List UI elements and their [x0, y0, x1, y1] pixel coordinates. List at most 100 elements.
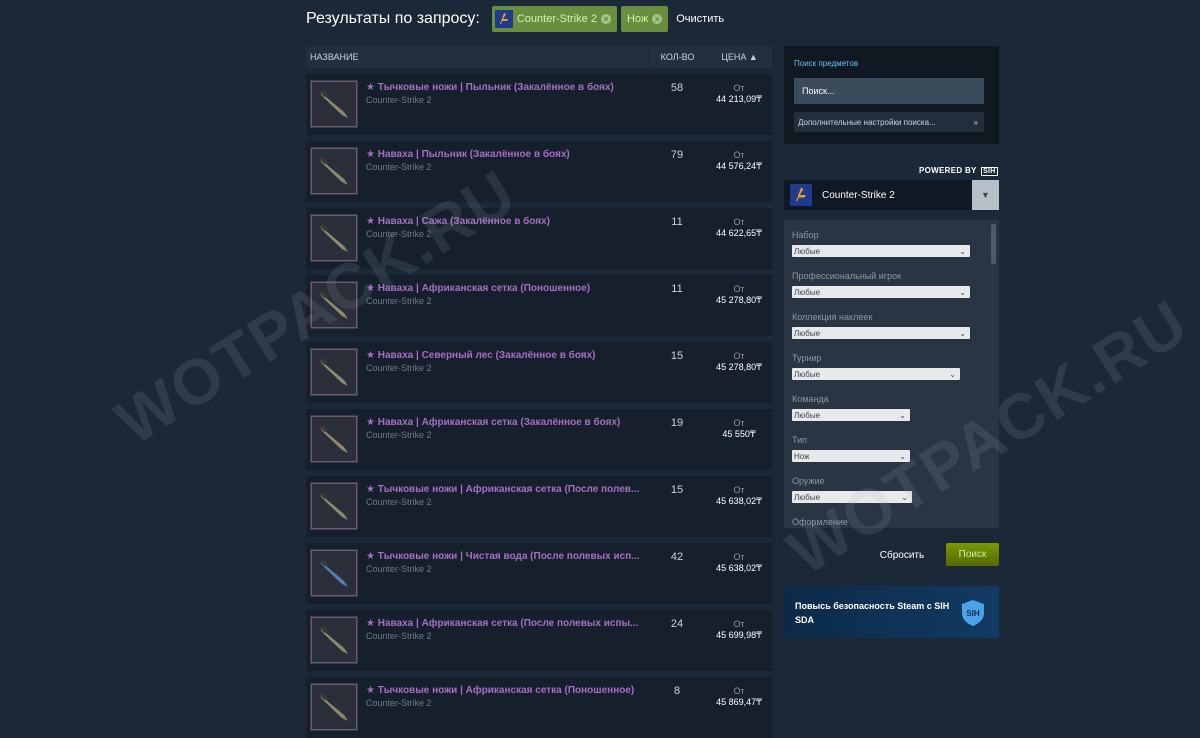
list-item[interactable]: ★ Наваха | Северный лес (Закалённое в бо…: [306, 342, 772, 403]
item-price: От 45 869,47₸: [706, 677, 772, 708]
filters-scrollbar[interactable]: [991, 224, 996, 264]
game-select[interactable]: Counter-Strike 2 ▼: [784, 180, 999, 210]
filter-value: Любые: [794, 328, 821, 338]
cs2-icon: [790, 184, 812, 206]
list-item[interactable]: ★ Наваха | Африканская сетка (Поношенное…: [306, 275, 772, 336]
knife-icon: [320, 291, 348, 319]
item-game: Counter-Strike 2: [366, 564, 432, 574]
filter-label: Оформление: [792, 517, 848, 527]
list-header: НАЗВАНИЕ КОЛ-ВО ЦЕНА ▲: [306, 46, 772, 68]
price-value: 44 213,09₸: [716, 94, 762, 104]
list-item[interactable]: ★ Наваха | Африканская сетка (После поле…: [306, 610, 772, 671]
chevron-down-icon: ⌄: [959, 287, 966, 297]
filter-group: Турнир Любые ⌄: [792, 353, 960, 380]
banner-badge: SIH: [966, 609, 980, 618]
list-item[interactable]: ★ Тычковые ножи | Африканская сетка (Пон…: [306, 677, 772, 738]
dropdown-arrow-icon[interactable]: ▼: [972, 180, 999, 210]
item-info: ★ Наваха | Пыльник (Закалённое в боях) Co…: [358, 141, 648, 172]
advanced-search-link[interactable]: Дополнительные настройки поиска... »: [794, 112, 984, 132]
list-item[interactable]: ★ Тычковые ножи | Чистая вода (После пол…: [306, 543, 772, 604]
column-name[interactable]: НАЗВАНИЕ: [306, 52, 648, 62]
item-thumbnail: [310, 549, 358, 597]
results-header: Результаты по запросу: Counter-Strike 2 …: [306, 6, 724, 32]
item-game: Counter-Strike 2: [366, 698, 432, 708]
list-item[interactable]: ★ Наваха | Пыльник (Закалённое в боях) Co…: [306, 141, 772, 202]
clear-filters-link[interactable]: Очистить: [676, 13, 724, 25]
filter-select[interactable]: Любые ⌄: [792, 327, 970, 339]
filter-select[interactable]: Любые ⌄: [792, 368, 960, 380]
filter-group: Тип Нож ⌄: [792, 435, 910, 462]
knife-icon: [320, 425, 348, 453]
price-from-label: От: [733, 217, 745, 227]
item-name[interactable]: ★ Тычковые ножи | Пыльник (Закалённое в …: [366, 82, 648, 93]
item-thumbnail: [310, 616, 358, 664]
filters-panel: Набор Любые ⌄ Профессиональный игрок Любые ⌄ К…: [784, 220, 999, 528]
list-item[interactable]: ★ Тычковые ножи | Пыльник (Закалённое в …: [306, 74, 772, 135]
filter-value: Любые: [794, 492, 821, 502]
item-info: ★ Наваха | Сажа (Закалённое в боях) Count…: [358, 208, 648, 239]
item-name[interactable]: ★ Тычковые ножи | Чистая вода (После пол…: [366, 551, 648, 562]
filter-select[interactable]: Любые ⌄: [792, 491, 912, 503]
remove-chip-icon[interactable]: ×: [600, 14, 611, 24]
item-game: Counter-Strike 2: [366, 162, 432, 172]
filter-select[interactable]: Любые ⌄: [792, 409, 910, 421]
item-name[interactable]: ★ Наваха | Северный лес (Закалённое в бо…: [366, 350, 648, 361]
filter-label: Профессиональный игрок: [792, 271, 902, 281]
item-quantity: 79: [670, 149, 684, 161]
item-game: Counter-Strike 2: [366, 229, 432, 239]
price-value: 45 869,47₸: [716, 697, 762, 707]
knife-icon: [320, 157, 348, 185]
price-value: 45 278,80₸: [716, 362, 762, 372]
chip-label: Counter-Strike 2: [516, 13, 597, 25]
list-item[interactable]: ★ Наваха | Африканская сетка (Закалённое…: [306, 409, 772, 470]
list-item[interactable]: ★ Тычковые ножи | Африканская сетка (Пос…: [306, 476, 772, 537]
item-name[interactable]: ★ Наваха | Африканская сетка (Закалённое…: [366, 417, 648, 428]
price-from-label: От: [733, 351, 745, 361]
item-quantity: 11: [671, 283, 683, 295]
reset-button[interactable]: Сбросить: [868, 544, 936, 566]
column-qty[interactable]: КОЛ-ВО: [648, 46, 706, 68]
item-price: От 45 278,80₸: [706, 342, 772, 373]
filter-select[interactable]: Нож ⌄: [792, 450, 910, 462]
column-price[interactable]: ЦЕНА ▲: [706, 46, 772, 68]
filter-chip-type[interactable]: Нож ×: [620, 6, 669, 32]
knife-icon: [320, 224, 348, 252]
price-from-label: От: [733, 552, 745, 562]
item-name[interactable]: ★ Наваха | Африканская сетка (После поле…: [366, 618, 648, 629]
filter-value: Любые: [794, 246, 821, 256]
item-price: От 45 550₸: [706, 409, 772, 440]
filter-label: Оружие: [792, 476, 825, 486]
item-info: ★ Наваха | Африканская сетка (После поле…: [358, 610, 648, 641]
item-price: От 44 213,09₸: [706, 74, 772, 105]
price-from-label: От: [733, 485, 745, 495]
search-input[interactable]: [794, 78, 984, 104]
knife-icon: [320, 693, 348, 721]
item-info: ★ Тычковые ножи | Африканская сетка (Пос…: [358, 476, 648, 507]
price-from-label: От: [733, 619, 745, 629]
item-name[interactable]: ★ Тычковые ножи | Африканская сетка (Пон…: [366, 685, 648, 696]
filter-select[interactable]: Любые ⌄: [792, 286, 970, 298]
filter-group: Коллекция наклеек Любые ⌄: [792, 312, 970, 339]
item-game: Counter-Strike 2: [366, 430, 432, 440]
item-quantity: 15: [670, 484, 684, 496]
remove-chip-icon[interactable]: ×: [652, 14, 663, 24]
item-name[interactable]: ★ Наваха | Пыльник (Закалённое в боях): [366, 149, 648, 160]
knife-icon: [320, 559, 348, 587]
item-name[interactable]: ★ Наваха | Сажа (Закалённое в боях): [366, 216, 648, 227]
filter-label: Турнир: [792, 353, 822, 363]
item-name[interactable]: ★ Тычковые ножи | Африканская сетка (Пос…: [366, 484, 648, 495]
filter-select[interactable]: Любые ⌄: [792, 245, 970, 257]
item-price: От 45 278,80₸: [706, 275, 772, 306]
item-quantity: 19: [670, 417, 684, 429]
filter-chip-game[interactable]: Counter-Strike 2 ×: [491, 6, 617, 32]
search-button[interactable]: Поиск: [946, 543, 999, 566]
price-from-label: От: [733, 418, 745, 428]
item-game: Counter-Strike 2: [366, 497, 432, 507]
item-game: Counter-Strike 2: [366, 95, 432, 105]
item-name[interactable]: ★ Наваха | Африканская сетка (Поношенное…: [366, 283, 648, 294]
item-info: ★ Тычковые ножи | Пыльник (Закалённое в …: [358, 74, 648, 105]
knife-icon: [320, 358, 348, 386]
item-thumbnail: [310, 683, 358, 731]
list-item[interactable]: ★ Наваха | Сажа (Закалённое в боях) Count…: [306, 208, 772, 269]
price-from-label: От: [733, 150, 745, 160]
